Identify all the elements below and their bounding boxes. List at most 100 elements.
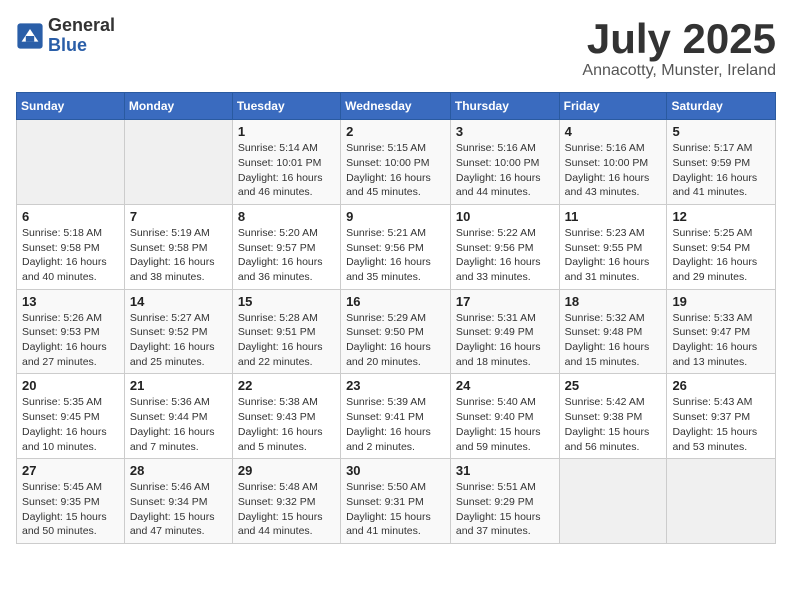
calendar-cell: 16 Sunrise: 5:29 AM Sunset: 9:50 PM Dayli… [341,289,451,374]
calendar-cell: 26Sunrise: 5:43 AM Sunset: 9:37 PM Dayli… [667,374,776,459]
day-detail: Sunrise: 5:14 AM Sunset: 10:01 PM Daylig… [238,141,335,200]
calendar-cell [17,120,125,205]
week-row-4: 20Sunrise: 5:35 AM Sunset: 9:45 PM Dayli… [17,374,776,459]
calendar-cell: 2Sunrise: 5:15 AM Sunset: 10:00 PM Dayli… [341,120,451,205]
calendar-table: SundayMondayTuesdayWednesdayThursdayFrid… [16,92,776,544]
calendar-cell: 8 Sunrise: 5:20 AM Sunset: 9:57 PM Daylig… [232,204,340,289]
calendar-cell: 5 Sunrise: 5:17 AM Sunset: 9:59 PM Daylig… [667,120,776,205]
day-number: 19 [672,294,770,309]
day-number: 28 [130,463,227,478]
day-number: 7 [130,209,227,224]
calendar-cell: 25 Sunrise: 5:42 AM Sunset: 9:38 PM Dayli… [559,374,667,459]
day-detail: Sunrise: 5:40 AM Sunset: 9:40 PM Dayligh… [456,395,554,454]
week-row-3: 13 Sunrise: 5:26 AM Sunset: 9:53 PM Dayli… [17,289,776,374]
weekday-header-saturday: Saturday [667,93,776,120]
day-detail: Sunrise: 5:23 AM Sunset: 9:55 PM Dayligh… [565,226,662,285]
weekday-header-monday: Monday [124,93,232,120]
day-number: 5 [672,124,770,139]
day-detail: Sunrise: 5:43 AM Sunset: 9:37 PM Dayligh… [672,395,770,454]
day-detail: Sunrise: 5:28 AM Sunset: 9:51 PM Dayligh… [238,311,335,370]
weekday-header-wednesday: Wednesday [341,93,451,120]
day-detail: Sunrise: 5:21 AM Sunset: 9:56 PM Dayligh… [346,226,445,285]
calendar-cell: 13 Sunrise: 5:26 AM Sunset: 9:53 PM Dayli… [17,289,125,374]
calendar-cell: 22Sunrise: 5:38 AM Sunset: 9:43 PM Dayli… [232,374,340,459]
location-subtitle: Annacotty, Munster, Ireland [582,62,776,80]
day-detail: Sunrise: 5:15 AM Sunset: 10:00 PM Daylig… [346,141,445,200]
day-detail: Sunrise: 5:16 AM Sunset: 10:00 PM Daylig… [456,141,554,200]
day-detail: Sunrise: 5:20 AM Sunset: 9:57 PM Dayligh… [238,226,335,285]
day-detail: Sunrise: 5:45 AM Sunset: 9:35 PM Dayligh… [22,480,119,539]
calendar-cell: 24 Sunrise: 5:40 AM Sunset: 9:40 PM Dayli… [450,374,559,459]
calendar-cell: 19 Sunrise: 5:33 AM Sunset: 9:47 PM Dayli… [667,289,776,374]
calendar-cell: 11Sunrise: 5:23 AM Sunset: 9:55 PM Dayli… [559,204,667,289]
day-detail: Sunrise: 5:36 AM Sunset: 9:44 PM Dayligh… [130,395,227,454]
calendar-cell: 31 Sunrise: 5:51 AM Sunset: 9:29 PM Dayli… [450,459,559,544]
day-number: 13 [22,294,119,309]
logo-text: General Blue [48,16,115,56]
day-number: 9 [346,209,445,224]
day-detail: Sunrise: 5:31 AM Sunset: 9:49 PM Dayligh… [456,311,554,370]
day-detail: Sunrise: 5:16 AM Sunset: 10:00 PM Daylig… [565,141,662,200]
day-number: 21 [130,378,227,393]
day-number: 23 [346,378,445,393]
day-detail: Sunrise: 5:22 AM Sunset: 9:56 PM Dayligh… [456,226,554,285]
page-header: General Blue July 2025 Annacotty, Munste… [16,16,776,80]
logo-icon [16,22,44,50]
day-detail: Sunrise: 5:27 AM Sunset: 9:52 PM Dayligh… [130,311,227,370]
day-detail: Sunrise: 5:51 AM Sunset: 9:29 PM Dayligh… [456,480,554,539]
day-number: 31 [456,463,554,478]
calendar-cell: 15 Sunrise: 5:28 AM Sunset: 9:51 PM Dayli… [232,289,340,374]
day-number: 16 [346,294,445,309]
calendar-cell: 9 Sunrise: 5:21 AM Sunset: 9:56 PM Daylig… [341,204,451,289]
title-block: July 2025 Annacotty, Munster, Ireland [582,16,776,80]
day-detail: Sunrise: 5:18 AM Sunset: 9:58 PM Dayligh… [22,226,119,285]
day-number: 1 [238,124,335,139]
calendar-cell: 28Sunrise: 5:46 AM Sunset: 9:34 PM Dayli… [124,459,232,544]
weekday-header-friday: Friday [559,93,667,120]
day-detail: Sunrise: 5:39 AM Sunset: 9:41 PM Dayligh… [346,395,445,454]
calendar-cell: 1 Sunrise: 5:14 AM Sunset: 10:01 PM Dayli… [232,120,340,205]
calendar-cell: 10 Sunrise: 5:22 AM Sunset: 9:56 PM Dayli… [450,204,559,289]
day-number: 12 [672,209,770,224]
calendar-cell: 12 Sunrise: 5:25 AM Sunset: 9:54 PM Dayli… [667,204,776,289]
logo: General Blue [16,16,115,56]
day-detail: Sunrise: 5:42 AM Sunset: 9:38 PM Dayligh… [565,395,662,454]
day-number: 29 [238,463,335,478]
week-row-2: 6 Sunrise: 5:18 AM Sunset: 9:58 PM Daylig… [17,204,776,289]
logo-blue: Blue [48,36,115,56]
calendar-cell: 14 Sunrise: 5:27 AM Sunset: 9:52 PM Dayli… [124,289,232,374]
day-number: 15 [238,294,335,309]
day-number: 24 [456,378,554,393]
day-detail: Sunrise: 5:29 AM Sunset: 9:50 PM Dayligh… [346,311,445,370]
calendar-cell: 18 Sunrise: 5:32 AM Sunset: 9:48 PM Dayli… [559,289,667,374]
calendar-cell: 30Sunrise: 5:50 AM Sunset: 9:31 PM Dayli… [341,459,451,544]
calendar-cell [559,459,667,544]
day-detail: Sunrise: 5:25 AM Sunset: 9:54 PM Dayligh… [672,226,770,285]
day-number: 10 [456,209,554,224]
calendar-cell: 4Sunrise: 5:16 AM Sunset: 10:00 PM Dayli… [559,120,667,205]
calendar-cell: 7Sunrise: 5:19 AM Sunset: 9:58 PM Daylig… [124,204,232,289]
day-detail: Sunrise: 5:38 AM Sunset: 9:43 PM Dayligh… [238,395,335,454]
week-row-5: 27Sunrise: 5:45 AM Sunset: 9:35 PM Dayli… [17,459,776,544]
calendar-cell: 23 Sunrise: 5:39 AM Sunset: 9:41 PM Dayli… [341,374,451,459]
weekday-header-sunday: Sunday [17,93,125,120]
month-title: July 2025 [582,16,776,62]
day-detail: Sunrise: 5:26 AM Sunset: 9:53 PM Dayligh… [22,311,119,370]
day-number: 25 [565,378,662,393]
day-number: 8 [238,209,335,224]
weekday-header-thursday: Thursday [450,93,559,120]
calendar-cell: 6 Sunrise: 5:18 AM Sunset: 9:58 PM Daylig… [17,204,125,289]
calendar-cell: 17 Sunrise: 5:31 AM Sunset: 9:49 PM Dayli… [450,289,559,374]
day-number: 6 [22,209,119,224]
day-number: 18 [565,294,662,309]
calendar-cell: 20Sunrise: 5:35 AM Sunset: 9:45 PM Dayli… [17,374,125,459]
day-detail: Sunrise: 5:35 AM Sunset: 9:45 PM Dayligh… [22,395,119,454]
logo-general: General [48,16,115,36]
day-number: 14 [130,294,227,309]
day-number: 3 [456,124,554,139]
day-detail: Sunrise: 5:48 AM Sunset: 9:32 PM Dayligh… [238,480,335,539]
day-number: 17 [456,294,554,309]
day-detail: Sunrise: 5:32 AM Sunset: 9:48 PM Dayligh… [565,311,662,370]
day-detail: Sunrise: 5:17 AM Sunset: 9:59 PM Dayligh… [672,141,770,200]
day-detail: Sunrise: 5:33 AM Sunset: 9:47 PM Dayligh… [672,311,770,370]
